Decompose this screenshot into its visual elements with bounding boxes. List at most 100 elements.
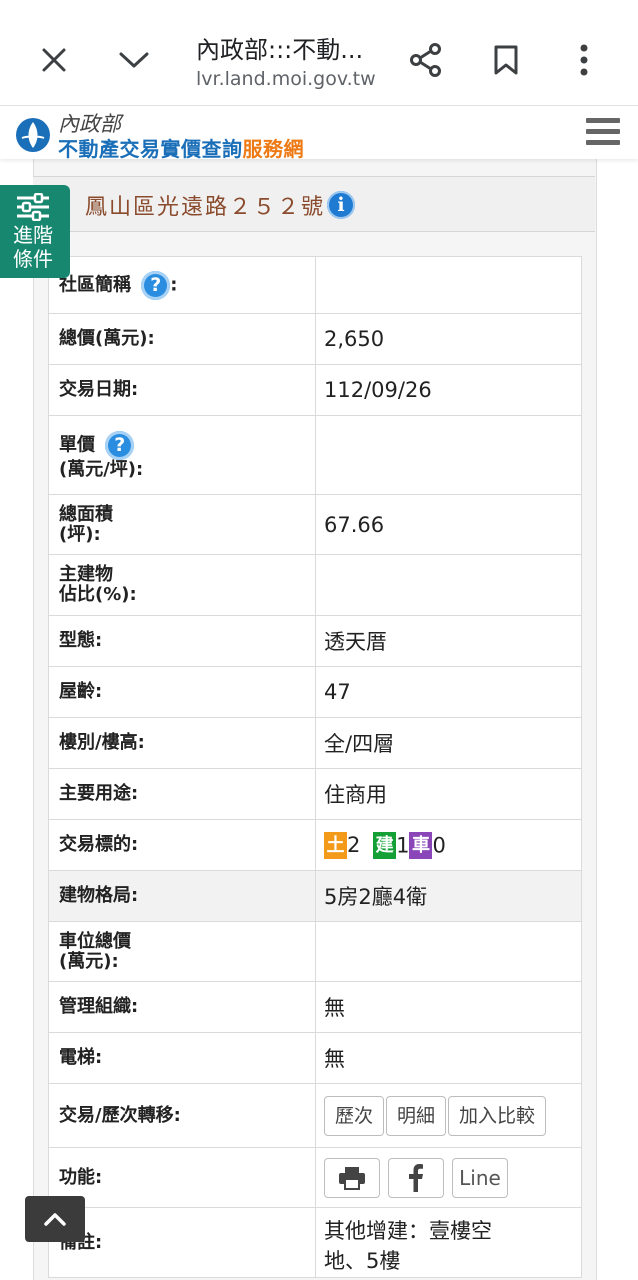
table-row-functions: 功能: Line — [48, 1147, 582, 1208]
parking-count: 0 — [432, 833, 446, 857]
table-row-target: 交易標的: 土2 建1車0 — [48, 819, 582, 871]
menu-line — [586, 140, 620, 145]
row-value — [315, 256, 582, 314]
row-label: 建物格局: — [48, 870, 316, 922]
land-badge: 土 — [324, 831, 347, 859]
page-url[interactable]: lvr.land.moi.gov.tw — [196, 68, 376, 90]
more-vert-icon — [580, 44, 588, 76]
hamburger-menu-button[interactable] — [586, 118, 620, 148]
moi-logo-icon[interactable] — [14, 116, 52, 154]
add-compare-button[interactable]: 加入比較 — [448, 1095, 547, 1136]
advanced-filter-label: 進階 條件 — [13, 223, 53, 271]
address-text: 鳳山區光遠路２５２號 — [85, 195, 326, 220]
row-value: 67.66 — [315, 494, 582, 555]
menu-line — [586, 118, 620, 123]
table-row-unit-price: 單價 ? (萬元/坪): — [48, 415, 582, 495]
help-icon[interactable]: ? — [141, 270, 171, 300]
facebook-icon — [409, 1163, 423, 1192]
table-row-type: 型態: 透天厝 — [48, 615, 582, 667]
row-label: 單價 ? (萬元/坪): — [48, 415, 316, 495]
row-value: 土2 建1車0 — [315, 819, 582, 871]
row-label: 型態: — [48, 615, 316, 667]
table-row-total-price: 總價(萬元): 2,650 — [48, 313, 582, 365]
table-row-age: 屋齡: 47 — [48, 666, 582, 718]
row-value: 無 — [315, 1032, 582, 1084]
row-value — [315, 415, 582, 495]
transaction-detail-table: 社區簡稱 ?: 總價(萬元): 2,650 交易日期: 112/09/26 單價… — [48, 256, 582, 1278]
scroll-to-top-button[interactable] — [25, 1196, 85, 1242]
table-row-transfer: 交易/歷次轉移: 歷次 明細 加入比較 — [48, 1083, 582, 1148]
row-value — [315, 921, 582, 982]
table-row-management: 管理組織: 無 — [48, 981, 582, 1033]
row-value: 其他增建：壹樓空 地、5樓 — [315, 1207, 582, 1278]
building-badge: 建 — [373, 831, 397, 859]
table-row-parking-price: 車位總價 (萬元): — [48, 921, 582, 982]
row-value: 全/四層 — [315, 717, 582, 769]
share-icon — [410, 43, 441, 77]
close-tab-button[interactable] — [34, 40, 74, 80]
table-row-floor: 樓別/樓高: 全/四層 — [48, 717, 582, 769]
detail-button[interactable]: 明細 — [386, 1095, 447, 1136]
row-label: 電梯: — [48, 1032, 316, 1084]
row-value — [315, 554, 582, 616]
row-label: 備註: — [48, 1207, 316, 1278]
row-label: 車位總價 (萬元): — [48, 921, 316, 982]
row-label: 樓別/樓高: — [48, 717, 316, 769]
logo-main-text: 不動產交易實價查詢 — [58, 137, 243, 161]
row-label: 交易日期: — [48, 364, 316, 416]
info-icon[interactable]: i — [327, 191, 355, 219]
chevron-up-icon — [44, 1213, 66, 1226]
share-button[interactable] — [404, 38, 448, 82]
row-label: 管理組織: — [48, 981, 316, 1033]
close-icon — [42, 48, 66, 72]
row-label: 主建物 佔比(%): — [48, 554, 316, 616]
table-row-total-area: 總面積 (坪): 67.66 — [48, 494, 582, 555]
site-logo-title[interactable]: 不動產交易實價查詢服務網 — [58, 133, 304, 162]
print-button[interactable] — [324, 1157, 380, 1198]
table-row-elevator: 電梯: 無 — [48, 1032, 582, 1084]
row-label: 主要用途: — [48, 768, 316, 820]
row-label: 交易/歷次轉移: — [48, 1083, 316, 1148]
table-row-usage: 主要用途: 住商用 — [48, 768, 582, 820]
printer-icon — [339, 1166, 365, 1190]
row-value: 47 — [315, 666, 582, 718]
row-label: 社區簡稱 ?: — [48, 256, 316, 314]
row-label: 交易標的: — [48, 819, 316, 871]
row-value: 歷次 明細 加入比較 — [315, 1083, 582, 1148]
site-header: 內政部 不動產交易實價查詢服務網 — [0, 107, 638, 162]
address-bar: 鳳山區光遠路２５２號 i — [33, 176, 595, 232]
row-value: 5房2廳4衛 — [315, 870, 582, 922]
page-title: 內政部:::不動... — [196, 36, 364, 64]
chevron-down-icon — [119, 52, 149, 68]
table-row-main-ratio: 主建物 佔比(%): — [48, 554, 582, 616]
row-value: 住商用 — [315, 768, 582, 820]
more-menu-button[interactable] — [566, 38, 602, 82]
row-value: 透天厝 — [315, 615, 582, 667]
sliders-icon — [17, 193, 49, 221]
table-row-community: 社區簡稱 ?: — [48, 256, 582, 314]
building-count: 1 — [396, 833, 410, 857]
row-label: 功能: — [48, 1147, 316, 1208]
help-icon[interactable]: ? — [105, 430, 135, 460]
table-row-remark: 備註: 其他增建：壹樓空 地、5樓 — [48, 1207, 582, 1278]
row-label: 總面積 (坪): — [48, 494, 316, 555]
parking-badge: 車 — [409, 831, 433, 859]
row-value: 2,650 — [315, 313, 582, 365]
row-label: 總價(萬元): — [48, 313, 316, 365]
bookmark-icon — [494, 45, 518, 75]
minimize-button[interactable] — [112, 40, 156, 80]
row-value: 112/09/26 — [315, 364, 582, 416]
table-row-trade-date: 交易日期: 112/09/26 — [48, 364, 582, 416]
menu-line — [586, 129, 620, 134]
table-row-layout: 建物格局: 5房2廳4衛 — [48, 870, 582, 922]
line-share-button[interactable]: Line — [452, 1157, 508, 1198]
advanced-filter-button[interactable]: 進階 條件 — [0, 185, 70, 278]
history-button[interactable]: 歷次 — [324, 1095, 385, 1136]
row-label: 屋齡: — [48, 666, 316, 718]
bookmark-button[interactable] — [484, 38, 528, 82]
facebook-share-button[interactable] — [388, 1157, 444, 1198]
land-count: 2 — [347, 833, 361, 857]
logo-accent-text: 服務網 — [242, 137, 304, 161]
row-value: Line — [315, 1147, 582, 1208]
browser-toolbar: 內政部:::不動... lvr.land.moi.gov.tw — [0, 0, 638, 106]
